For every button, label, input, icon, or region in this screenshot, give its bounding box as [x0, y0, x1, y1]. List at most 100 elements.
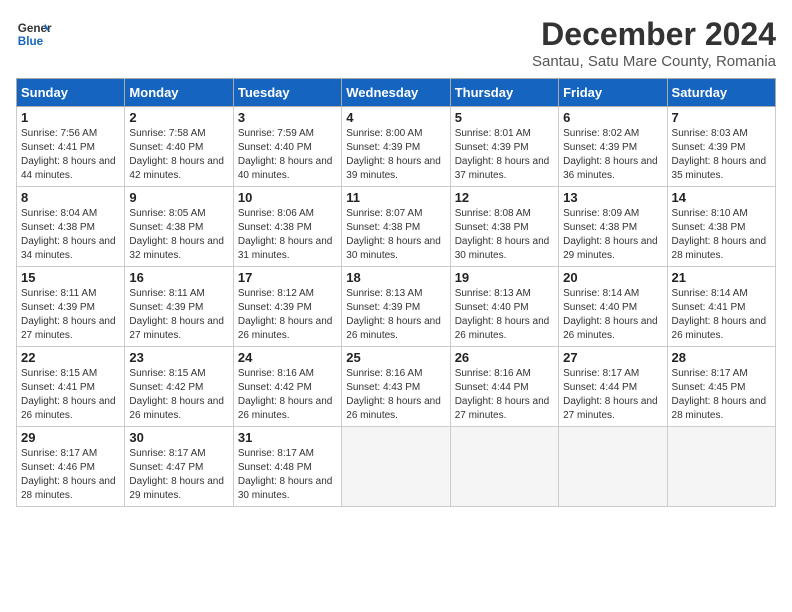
sunset-label: Sunset: 4:38 PM: [238, 222, 312, 233]
day-info: Sunrise: 8:01 AM Sunset: 4:39 PM Dayligh…: [455, 127, 554, 183]
day-number: 22: [21, 350, 120, 365]
day-number: 6: [563, 110, 662, 125]
daylight-label: Daylight: 8 hours and 27 minutes.: [563, 396, 658, 421]
sunset-label: Sunset: 4:40 PM: [455, 302, 529, 313]
day-info: Sunrise: 8:15 AM Sunset: 4:41 PM Dayligh…: [21, 367, 120, 423]
sunset-label: Sunset: 4:39 PM: [672, 142, 746, 153]
sunrise-label: Sunrise: 8:11 AM: [129, 288, 204, 299]
day-number: 3: [238, 110, 337, 125]
day-info: Sunrise: 7:58 AM Sunset: 4:40 PM Dayligh…: [129, 127, 228, 183]
sunrise-label: Sunrise: 8:03 AM: [672, 128, 748, 139]
daylight-label: Daylight: 8 hours and 36 minutes.: [563, 156, 658, 181]
sunrise-label: Sunrise: 8:17 AM: [129, 448, 205, 459]
sunset-label: Sunset: 4:38 PM: [563, 222, 637, 233]
col-header-tuesday: Tuesday: [233, 79, 341, 107]
week-row-2: 8 Sunrise: 8:04 AM Sunset: 4:38 PM Dayli…: [17, 187, 776, 267]
sunset-label: Sunset: 4:39 PM: [129, 302, 203, 313]
day-number: 10: [238, 190, 337, 205]
day-info: Sunrise: 8:13 AM Sunset: 4:40 PM Dayligh…: [455, 287, 554, 343]
col-header-monday: Monday: [125, 79, 233, 107]
sunrise-label: Sunrise: 8:10 AM: [672, 208, 748, 219]
day-cell-13: 13 Sunrise: 8:09 AM Sunset: 4:38 PM Dayl…: [559, 187, 667, 267]
daylight-label: Daylight: 8 hours and 27 minutes.: [21, 316, 116, 341]
daylight-label: Daylight: 8 hours and 30 minutes.: [455, 236, 550, 261]
day-info: Sunrise: 8:12 AM Sunset: 4:39 PM Dayligh…: [238, 287, 337, 343]
day-cell-22: 22 Sunrise: 8:15 AM Sunset: 4:41 PM Dayl…: [17, 347, 125, 427]
sunrise-label: Sunrise: 8:11 AM: [21, 288, 96, 299]
week-row-5: 29 Sunrise: 8:17 AM Sunset: 4:46 PM Dayl…: [17, 427, 776, 507]
day-cell-2: 2 Sunrise: 7:58 AM Sunset: 4:40 PM Dayli…: [125, 107, 233, 187]
col-header-sunday: Sunday: [17, 79, 125, 107]
sunset-label: Sunset: 4:41 PM: [21, 142, 95, 153]
empty-cell: [559, 427, 667, 507]
title-area: December 2024 Santau, Satu Mare County, …: [532, 16, 776, 70]
day-cell-23: 23 Sunrise: 8:15 AM Sunset: 4:42 PM Dayl…: [125, 347, 233, 427]
day-info: Sunrise: 8:11 AM Sunset: 4:39 PM Dayligh…: [21, 287, 120, 343]
col-header-saturday: Saturday: [667, 79, 775, 107]
empty-cell: [667, 427, 775, 507]
day-info: Sunrise: 8:07 AM Sunset: 4:38 PM Dayligh…: [346, 207, 445, 263]
day-cell-12: 12 Sunrise: 8:08 AM Sunset: 4:38 PM Dayl…: [450, 187, 558, 267]
day-cell-9: 9 Sunrise: 8:05 AM Sunset: 4:38 PM Dayli…: [125, 187, 233, 267]
daylight-label: Daylight: 8 hours and 26 minutes.: [238, 396, 333, 421]
daylight-label: Daylight: 8 hours and 28 minutes.: [21, 476, 116, 501]
sunrise-label: Sunrise: 8:14 AM: [672, 288, 748, 299]
day-info: Sunrise: 8:17 AM Sunset: 4:47 PM Dayligh…: [129, 447, 228, 503]
day-info: Sunrise: 8:14 AM Sunset: 4:41 PM Dayligh…: [672, 287, 771, 343]
day-number: 28: [672, 350, 771, 365]
daylight-label: Daylight: 8 hours and 27 minutes.: [455, 396, 550, 421]
day-cell-15: 15 Sunrise: 8:11 AM Sunset: 4:39 PM Dayl…: [17, 267, 125, 347]
day-number: 16: [129, 270, 228, 285]
sunset-label: Sunset: 4:46 PM: [21, 462, 95, 473]
daylight-label: Daylight: 8 hours and 26 minutes.: [21, 396, 116, 421]
day-info: Sunrise: 8:16 AM Sunset: 4:43 PM Dayligh…: [346, 367, 445, 423]
day-cell-19: 19 Sunrise: 8:13 AM Sunset: 4:40 PM Dayl…: [450, 267, 558, 347]
sunset-label: Sunset: 4:45 PM: [672, 382, 746, 393]
day-number: 17: [238, 270, 337, 285]
day-number: 31: [238, 430, 337, 445]
sunset-label: Sunset: 4:39 PM: [238, 302, 312, 313]
sunrise-label: Sunrise: 8:16 AM: [455, 368, 531, 379]
week-row-4: 22 Sunrise: 8:15 AM Sunset: 4:41 PM Dayl…: [17, 347, 776, 427]
sunset-label: Sunset: 4:38 PM: [21, 222, 95, 233]
day-number: 4: [346, 110, 445, 125]
day-info: Sunrise: 8:04 AM Sunset: 4:38 PM Dayligh…: [21, 207, 120, 263]
day-cell-7: 7 Sunrise: 8:03 AM Sunset: 4:39 PM Dayli…: [667, 107, 775, 187]
daylight-label: Daylight: 8 hours and 26 minutes.: [238, 316, 333, 341]
day-info: Sunrise: 8:10 AM Sunset: 4:38 PM Dayligh…: [672, 207, 771, 263]
day-info: Sunrise: 8:03 AM Sunset: 4:39 PM Dayligh…: [672, 127, 771, 183]
sunset-label: Sunset: 4:38 PM: [129, 222, 203, 233]
day-cell-4: 4 Sunrise: 8:00 AM Sunset: 4:39 PM Dayli…: [342, 107, 450, 187]
calendar-header-row: SundayMondayTuesdayWednesdayThursdayFrid…: [17, 79, 776, 107]
sunset-label: Sunset: 4:39 PM: [563, 142, 637, 153]
sunset-label: Sunset: 4:38 PM: [672, 222, 746, 233]
sunrise-label: Sunrise: 8:08 AM: [455, 208, 531, 219]
daylight-label: Daylight: 8 hours and 28 minutes.: [672, 236, 767, 261]
sunset-label: Sunset: 4:38 PM: [455, 222, 529, 233]
col-header-wednesday: Wednesday: [342, 79, 450, 107]
sunset-label: Sunset: 4:41 PM: [21, 382, 95, 393]
sunset-label: Sunset: 4:39 PM: [455, 142, 529, 153]
day-info: Sunrise: 8:06 AM Sunset: 4:38 PM Dayligh…: [238, 207, 337, 263]
daylight-label: Daylight: 8 hours and 42 minutes.: [129, 156, 224, 181]
sunrise-label: Sunrise: 8:15 AM: [21, 368, 97, 379]
daylight-label: Daylight: 8 hours and 26 minutes.: [455, 316, 550, 341]
sunset-label: Sunset: 4:42 PM: [238, 382, 312, 393]
day-cell-17: 17 Sunrise: 8:12 AM Sunset: 4:39 PM Dayl…: [233, 267, 341, 347]
day-info: Sunrise: 7:56 AM Sunset: 4:41 PM Dayligh…: [21, 127, 120, 183]
day-number: 27: [563, 350, 662, 365]
day-cell-24: 24 Sunrise: 8:16 AM Sunset: 4:42 PM Dayl…: [233, 347, 341, 427]
sunset-label: Sunset: 4:44 PM: [455, 382, 529, 393]
day-number: 7: [672, 110, 771, 125]
day-cell-14: 14 Sunrise: 8:10 AM Sunset: 4:38 PM Dayl…: [667, 187, 775, 267]
sunrise-label: Sunrise: 8:17 AM: [563, 368, 639, 379]
sunrise-label: Sunrise: 8:14 AM: [563, 288, 639, 299]
day-cell-21: 21 Sunrise: 8:14 AM Sunset: 4:41 PM Dayl…: [667, 267, 775, 347]
day-cell-26: 26 Sunrise: 8:16 AM Sunset: 4:44 PM Dayl…: [450, 347, 558, 427]
day-number: 9: [129, 190, 228, 205]
day-info: Sunrise: 8:09 AM Sunset: 4:38 PM Dayligh…: [563, 207, 662, 263]
day-cell-16: 16 Sunrise: 8:11 AM Sunset: 4:39 PM Dayl…: [125, 267, 233, 347]
day-cell-1: 1 Sunrise: 7:56 AM Sunset: 4:41 PM Dayli…: [17, 107, 125, 187]
sunrise-label: Sunrise: 8:07 AM: [346, 208, 422, 219]
daylight-label: Daylight: 8 hours and 34 minutes.: [21, 236, 116, 261]
